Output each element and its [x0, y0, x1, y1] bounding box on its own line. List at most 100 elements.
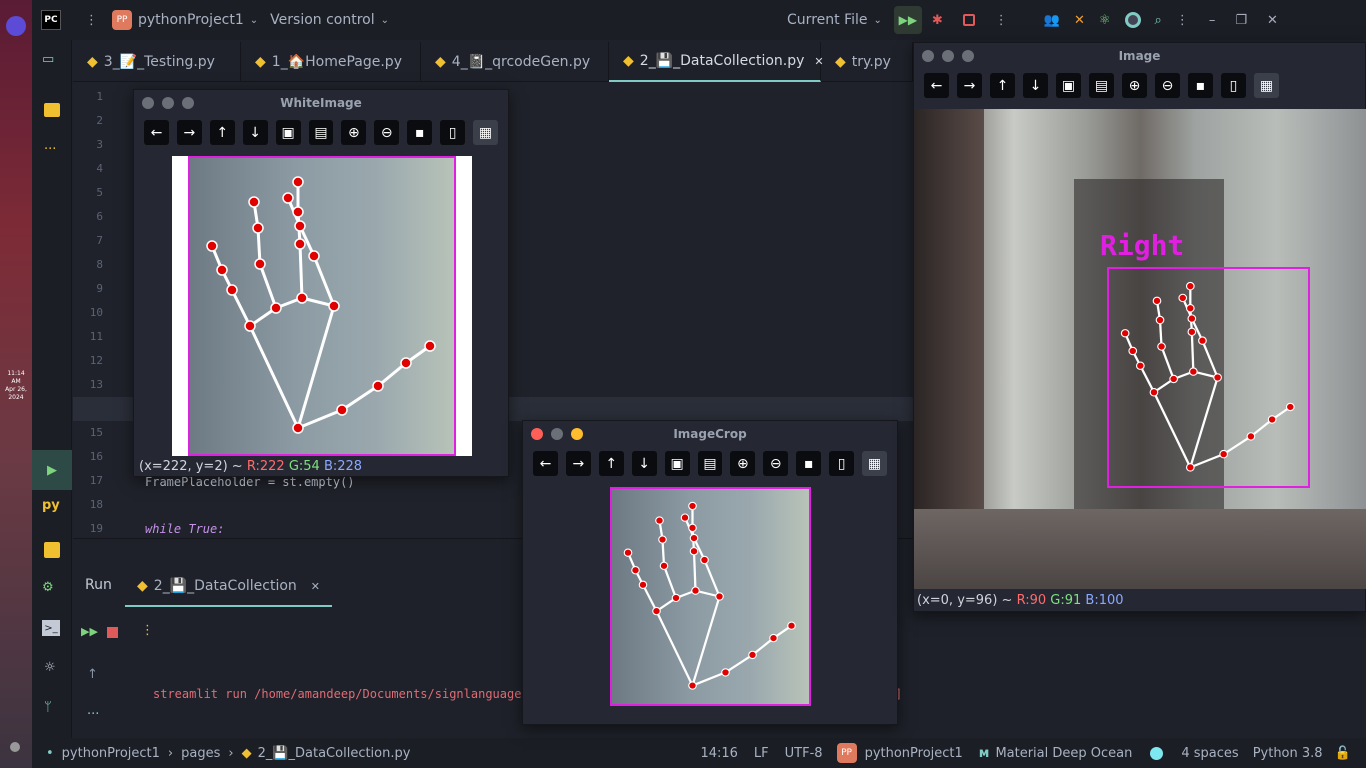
- breadcrumb-folder[interactable]: pages: [181, 746, 220, 761]
- down-icon[interactable]: ↓: [1023, 73, 1048, 98]
- hand-connection: [1139, 365, 1155, 393]
- down-icon[interactable]: ↓: [242, 120, 268, 145]
- restore-icon[interactable]: ❐: [1235, 13, 1247, 28]
- copy-icon[interactable]: ▯: [829, 451, 855, 476]
- properties-icon[interactable]: ▦: [862, 451, 887, 476]
- file-encoding[interactable]: UTF-8: [785, 746, 823, 761]
- status-bar: • pythonProject1 › pages › ◆ 2_💾_DataCol…: [32, 738, 1366, 768]
- window-titlebar[interactable]: Image: [914, 43, 1365, 69]
- hand-landmark-point: [252, 222, 264, 234]
- indent-setting[interactable]: 4 spaces: [1181, 746, 1238, 761]
- project-view-icon[interactable]: ▭: [42, 52, 54, 67]
- save-icon[interactable]: ▪: [407, 120, 433, 145]
- down-icon[interactable]: ↓: [631, 451, 657, 476]
- terminal-icon[interactable]: >_: [42, 620, 60, 636]
- back-icon[interactable]: ←: [533, 451, 558, 476]
- gallery-icon[interactable]: ▤: [1089, 73, 1114, 98]
- caret-position[interactable]: 14:16: [700, 746, 737, 761]
- debug-icon[interactable]: ✱: [932, 13, 943, 28]
- run-more-icon[interactable]: ⋮: [141, 623, 154, 638]
- forward-icon[interactable]: →: [176, 120, 202, 145]
- window-titlebar[interactable]: WhiteImage: [134, 90, 508, 116]
- launcher-icon[interactable]: [6, 16, 26, 36]
- image-crop-window[interactable]: ImageCrop ← → ↑ ↓ ▣ ▤ ⊕ ⊖ ▪ ▯ ▦: [522, 420, 898, 725]
- theme-icon: ᴍ: [978, 745, 990, 761]
- status-project[interactable]: pythonProject1: [865, 746, 963, 761]
- interpreter[interactable]: Python 3.8: [1253, 746, 1323, 761]
- more-tools-icon[interactable]: ···: [44, 142, 56, 157]
- up-icon[interactable]: ↑: [598, 451, 624, 476]
- up-icon[interactable]: ↑: [990, 73, 1015, 98]
- project-selector[interactable]: pythonProject1 ⌄: [138, 12, 258, 28]
- collab-icon[interactable]: 👥: [1044, 13, 1060, 28]
- zoom-in-icon[interactable]: ⊕: [730, 451, 756, 476]
- status-dot-icon[interactable]: [1150, 746, 1164, 760]
- tab-try[interactable]: ◆ try.py: [821, 42, 913, 82]
- run-options-icon[interactable]: ···: [87, 707, 99, 722]
- forward-icon[interactable]: →: [957, 73, 982, 98]
- copy-icon[interactable]: ▯: [1221, 73, 1246, 98]
- python-console-icon[interactable]: py: [42, 498, 60, 513]
- scroll-up-icon[interactable]: ↑: [87, 667, 98, 682]
- run-tool-icon[interactable]: ▶: [32, 450, 72, 490]
- image-icon[interactable]: ▣: [1056, 73, 1081, 98]
- gallery-icon[interactable]: ▤: [308, 120, 334, 145]
- copy-icon[interactable]: ▯: [440, 120, 466, 145]
- tab-datacollection[interactable]: ◆ 2_💾_DataCollection.py ✕: [609, 42, 824, 82]
- run-tab-label[interactable]: Run: [85, 577, 112, 593]
- atom-icon[interactable]: ⚛: [1099, 13, 1111, 28]
- properties-icon[interactable]: ▦: [1254, 73, 1279, 98]
- window-titlebar[interactable]: ImageCrop: [523, 421, 897, 447]
- settings-icon[interactable]: ⋮: [1176, 13, 1189, 28]
- more-actions-icon[interactable]: ⋮: [995, 13, 1008, 28]
- rerun-icon[interactable]: ▶▶: [81, 625, 98, 638]
- lock-icon[interactable]: 🔓: [1335, 746, 1351, 761]
- hand-landmark-point: [748, 650, 757, 660]
- main-menu-icon[interactable]: ⋮: [85, 13, 98, 28]
- ai-assistant-icon[interactable]: [1124, 12, 1141, 28]
- back-icon[interactable]: ←: [144, 120, 169, 145]
- save-icon[interactable]: ▪: [796, 451, 822, 476]
- zoom-out-icon[interactable]: ⊖: [374, 120, 400, 145]
- hand-landmark-point: [691, 586, 700, 595]
- close-icon[interactable]: ✕: [1267, 13, 1278, 28]
- minimize-icon[interactable]: –: [1209, 13, 1216, 28]
- forward-icon[interactable]: →: [565, 451, 591, 476]
- python-file-icon: ◆: [623, 53, 634, 69]
- run-config-selector[interactable]: Current File ⌄: [787, 12, 882, 28]
- stop-run-icon[interactable]: [107, 627, 118, 638]
- tab-testing[interactable]: ◆ 3_📝_Testing.py: [73, 42, 241, 82]
- gallery-icon[interactable]: ▤: [697, 451, 723, 476]
- run-config-tab[interactable]: ◆ 2_💾_DataCollection ✕: [125, 567, 333, 607]
- tab-homepage[interactable]: ◆ 1_🏠HomePage.py: [241, 42, 421, 82]
- image-icon[interactable]: ▣: [275, 120, 301, 145]
- problems-icon[interactable]: ☼: [44, 660, 56, 675]
- breadcrumb-file[interactable]: 2_💾_DataCollection.py: [258, 746, 411, 761]
- search-icon[interactable]: ⌕: [1155, 13, 1162, 28]
- image-icon[interactable]: ▣: [664, 451, 690, 476]
- structure-icon[interactable]: [44, 103, 60, 117]
- zoom-out-icon[interactable]: ⊖: [1155, 73, 1180, 98]
- zoom-in-icon[interactable]: ⊕: [341, 120, 367, 145]
- camera-image-window[interactable]: Image ← → ↑ ↓ ▣ ▤ ⊕ ⊖ ▪ ▯ ▦ Right (x=0, y=96) ~ R:…: [913, 42, 1366, 612]
- gear-icon[interactable]: ⚙: [42, 580, 54, 595]
- white-image-window[interactable]: WhiteImage ← → ↑ ↓ ▣ ▤ ⊕ ⊖ ▪ ▯ ▦ (x=222, y=2) ~ R:…: [133, 89, 509, 477]
- close-tab-icon[interactable]: ✕: [311, 580, 320, 593]
- line-ending[interactable]: LF: [754, 746, 769, 761]
- breadcrumb-project[interactable]: pythonProject1: [62, 746, 160, 761]
- theme-name[interactable]: Material Deep Ocean: [995, 746, 1132, 761]
- up-icon[interactable]: ↑: [209, 120, 235, 145]
- tools-icon[interactable]: ✕: [1074, 13, 1085, 28]
- save-icon[interactable]: ▪: [1188, 73, 1213, 98]
- version-control-menu[interactable]: Version control ⌄: [270, 12, 389, 28]
- zoom-out-icon[interactable]: ⊖: [763, 451, 789, 476]
- power-icon[interactable]: [10, 742, 20, 752]
- services-icon[interactable]: [44, 542, 60, 558]
- zoom-in-icon[interactable]: ⊕: [1122, 73, 1147, 98]
- git-icon[interactable]: ᛘ: [44, 700, 52, 715]
- run-icon[interactable]: ▶▶: [893, 6, 922, 34]
- properties-icon[interactable]: ▦: [473, 120, 498, 145]
- tab-qrcodegen[interactable]: ◆ 4_📓_qrcodeGen.py: [421, 42, 609, 82]
- back-icon[interactable]: ←: [924, 73, 949, 98]
- stop-icon[interactable]: [962, 14, 975, 26]
